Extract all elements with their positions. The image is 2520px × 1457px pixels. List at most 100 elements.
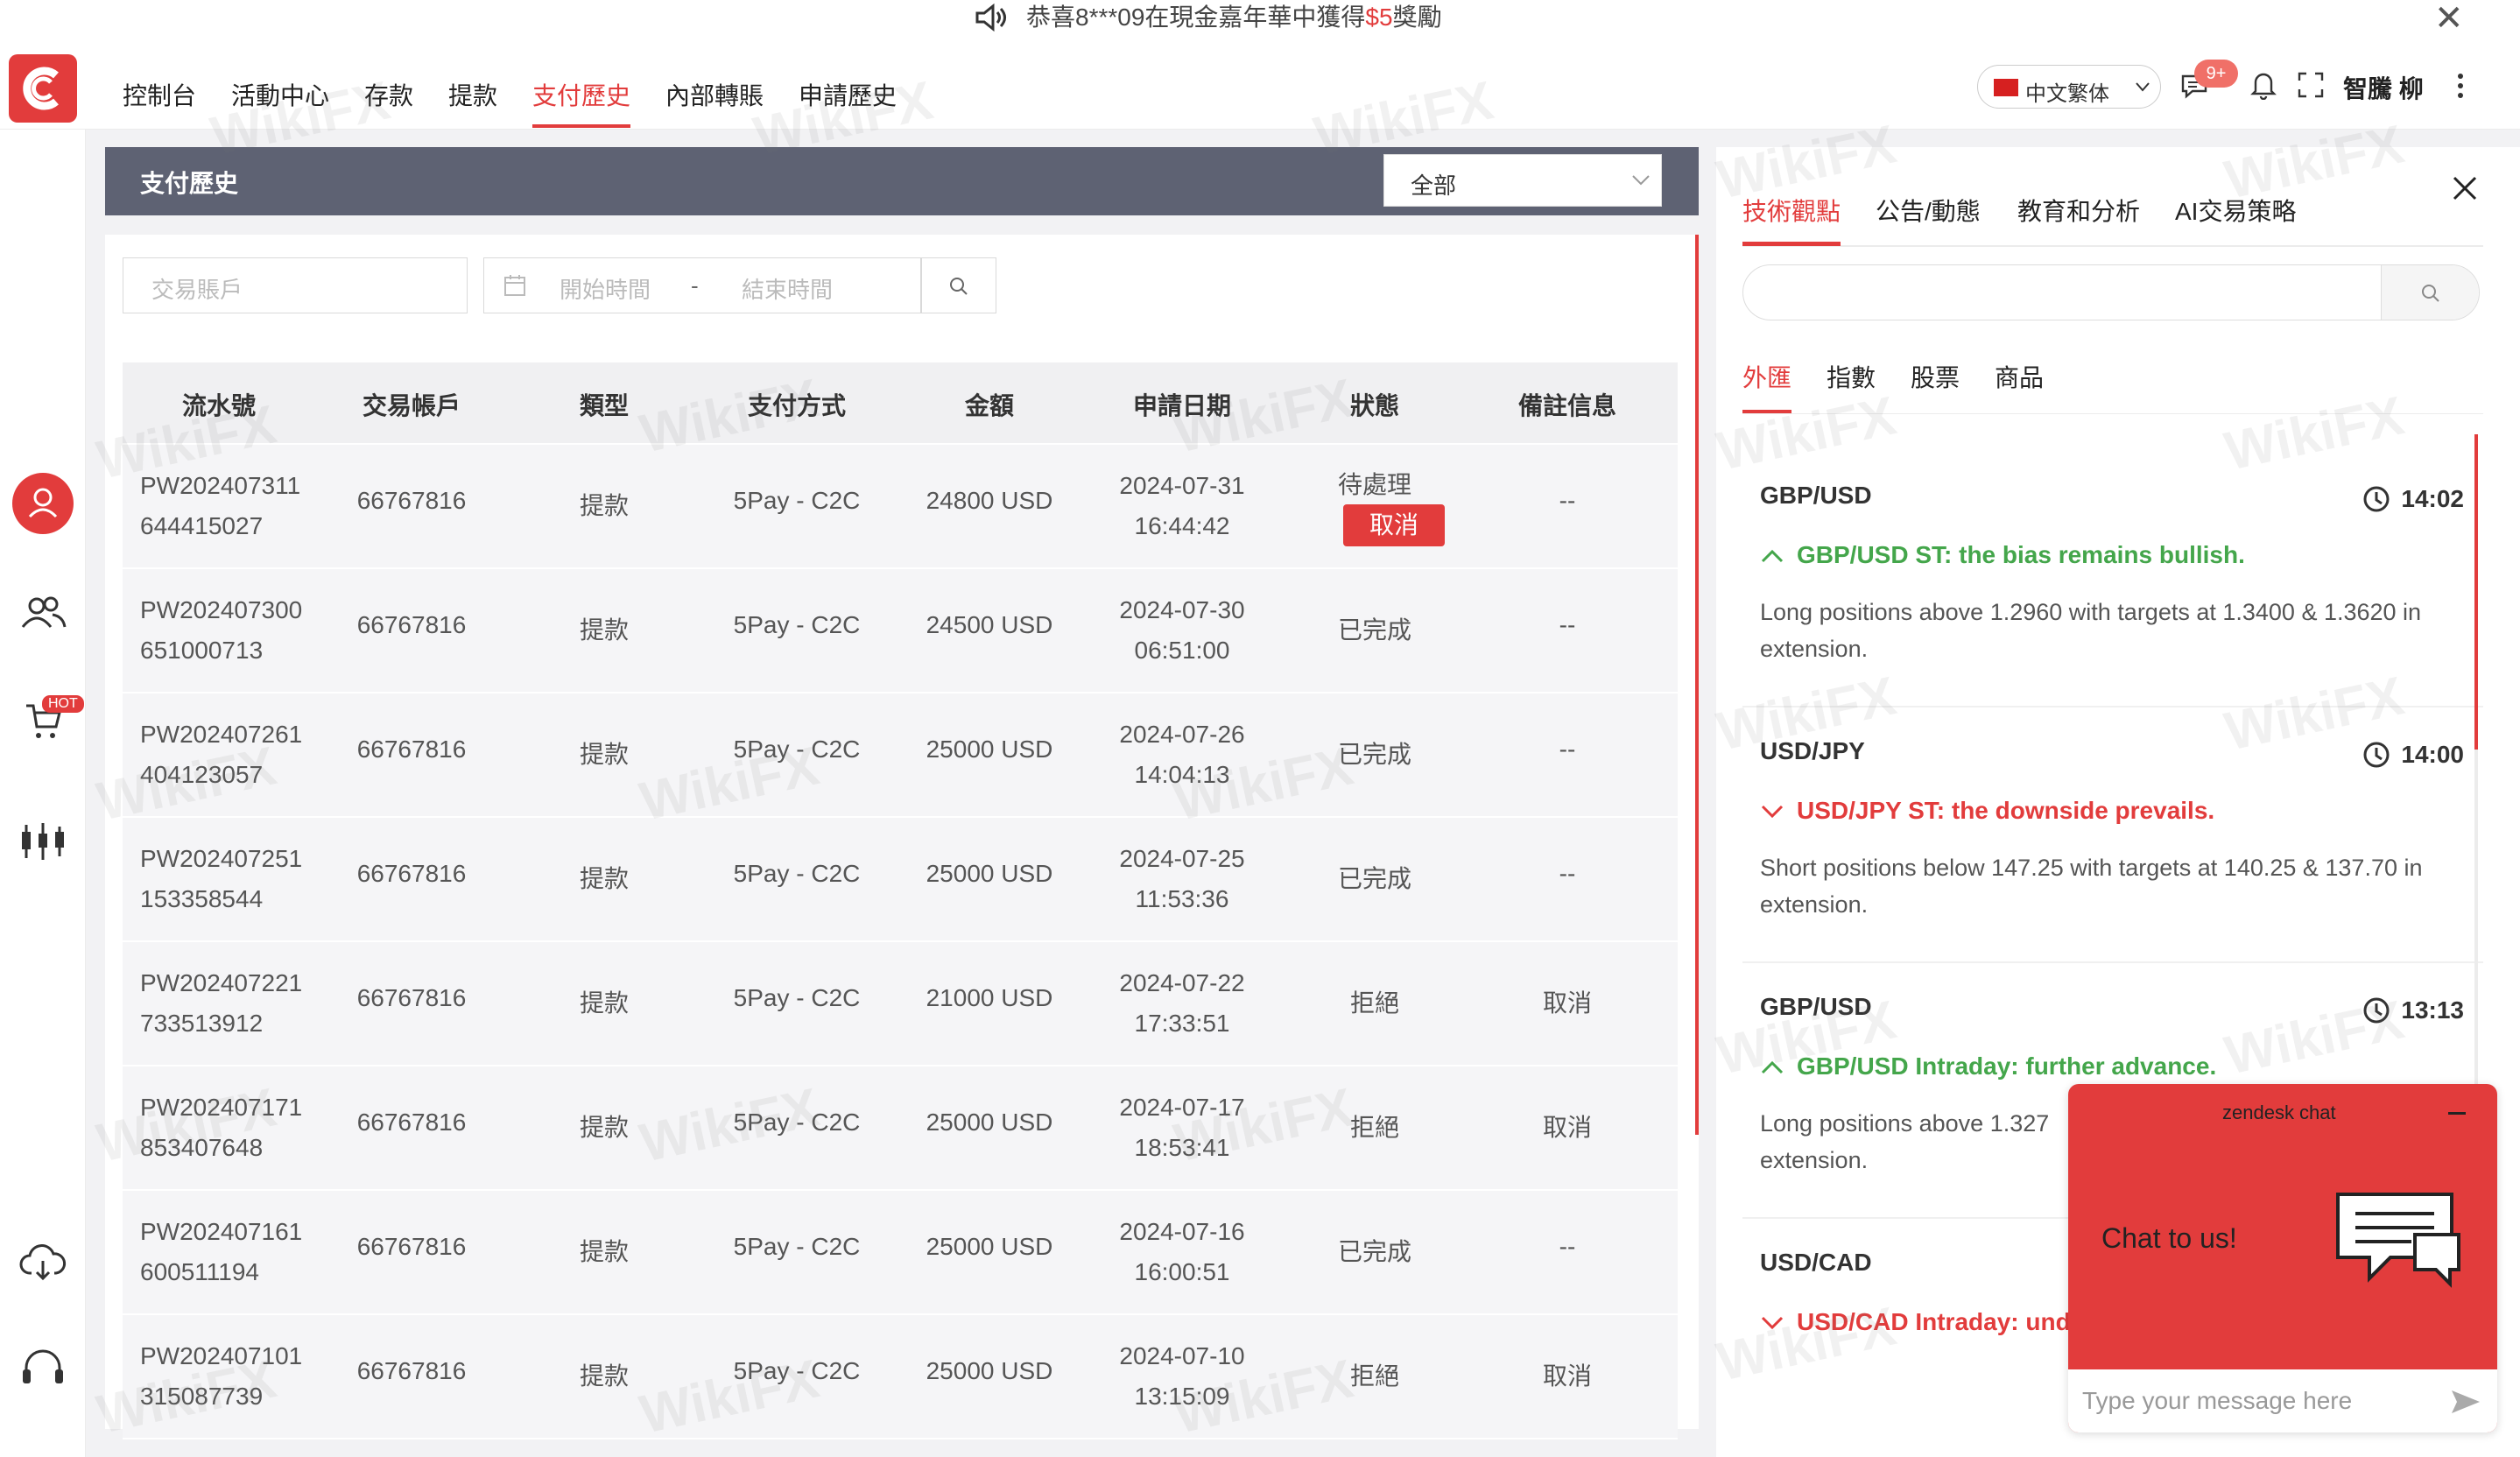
amount-cell: 24500 USD [926, 611, 1053, 638]
news-search-input[interactable] [1742, 264, 2480, 320]
tab-technical-view[interactable]: 技術觀點 [1742, 193, 1841, 228]
notification-count-badge: 9+ [2194, 60, 2238, 88]
group-users-icon[interactable] [19, 594, 67, 637]
payment-filter-value: 全部 [1411, 172, 1457, 199]
news-item[interactable]: GBP/USD 14:02 GBP/USD ST: the bias remai… [1760, 482, 2464, 662]
date-cell: 2024-07-16 16:00:51 [1119, 1218, 1245, 1285]
note-cell: -- [1559, 736, 1576, 763]
top-header: 控制台 活動中心 存款 提款 支付歷史 內部轉賬 申請歷史 中文繁体 9+ 智騰… [0, 35, 2520, 130]
nav-item-dashboard[interactable]: 控制台 [123, 77, 196, 112]
payment-method-cell: 5Pay - C2C [733, 984, 861, 1011]
user-profile-icon[interactable] [12, 473, 74, 538]
zendesk-chat-title: zendesk chat [2222, 1102, 2336, 1123]
status-cell: 拒絕 [1349, 1114, 1399, 1141]
news-item[interactable]: USD/JPY 14:00 USD/JPY ST: the downside p… [1760, 737, 2464, 918]
speaker-icon [974, 3, 1009, 36]
send-icon[interactable] [2450, 1389, 2481, 1419]
amount-cell: 25000 USD [926, 736, 1053, 763]
chevron-down-icon [1761, 1316, 1784, 1330]
nav-item-deposit[interactable]: 存款 [364, 77, 413, 112]
news-scrollbar-thumb[interactable] [2474, 434, 2478, 750]
column-header: 金額 [964, 392, 1014, 419]
note-cell: -- [1559, 1233, 1576, 1260]
start-time-placeholder[interactable]: 開始時間 [560, 272, 651, 305]
status-cell: 拒絕 [1349, 989, 1399, 1017]
type-cell: 提款 [579, 492, 629, 519]
table-row: PW202407221 733513912 66767816 提款 5Pay - C2C… [123, 942, 1678, 1066]
news-search-button[interactable] [2381, 265, 2479, 320]
subtab-stocks[interactable]: 股票 [1911, 359, 1960, 394]
payment-method-cell: 5Pay - C2C [733, 1109, 861, 1136]
amount-cell: 25000 USD [926, 860, 1053, 887]
payment-method-cell: 5Pay - C2C [733, 1357, 861, 1384]
brand-logo[interactable] [9, 54, 77, 123]
subtab-forex[interactable]: 外匯 [1742, 359, 1791, 394]
end-time-placeholder[interactable]: 結束時間 [742, 272, 833, 305]
nav-item-withdraw[interactable]: 提款 [448, 77, 497, 112]
minimize-icon[interactable] [2448, 1112, 2466, 1115]
nav-item-activity-center[interactable]: 活動中心 [231, 77, 329, 112]
chevron-down-icon [1761, 805, 1784, 819]
nav-item-application-history[interactable]: 申請歷史 [799, 77, 897, 112]
date-cell: 2024-07-22 17:33:51 [1119, 969, 1245, 1037]
column-header: 申請日期 [1132, 392, 1231, 419]
candlestick-chart-icon[interactable] [19, 821, 67, 866]
news-pair: GBP/USD [1760, 482, 1872, 509]
chat-message-placeholder: Type your message here [2082, 1387, 2353, 1414]
news-time: 13:13 [2363, 996, 2464, 1024]
table-row: PW202407101 315087739 66767816 提款 5Pay - C2C… [123, 1315, 1678, 1439]
note-cell: 取消 [1542, 1114, 1592, 1141]
serial-number-cell: PW202407161 600511194 [140, 1218, 303, 1285]
chat-message-input[interactable]: Type your message here [2068, 1369, 2497, 1432]
trading-account-placeholder: 交易賬戶 [151, 277, 243, 303]
tab-announcements[interactable]: 公告/動態 [1876, 193, 1981, 228]
chat-bubbles-icon [2331, 1187, 2462, 1297]
status-cell: 拒絕 [1349, 1362, 1399, 1390]
date-range-picker[interactable]: 開始時間 - 結束時間 [483, 257, 921, 313]
left-sidebar: HOT [0, 130, 86, 1457]
account-cell: 66767816 [356, 1233, 467, 1260]
cloud-download-icon[interactable] [19, 1243, 67, 1286]
note-cell: 取消 [1542, 1362, 1592, 1390]
close-icon[interactable]: ✕ [2434, 0, 2464, 39]
language-selector[interactable]: 中文繁体 [1977, 65, 2161, 109]
username[interactable]: 智騰 柳 [2343, 70, 2424, 105]
headset-support-icon[interactable] [19, 1348, 67, 1393]
news-pair: USD/JPY [1760, 737, 1865, 764]
trading-account-input[interactable]: 交易賬戶 [123, 257, 468, 313]
account-cell: 66767816 [356, 1357, 467, 1384]
cancel-button[interactable]: 取消 [1343, 504, 1445, 546]
news-time: 14:00 [2363, 741, 2464, 769]
zendesk-chat-widget[interactable]: zendesk chat Chat to us! Type your messa… [2068, 1084, 2497, 1432]
main-scrollbar[interactable] [1695, 235, 1699, 1135]
payment-filter-select[interactable]: 全部 [1383, 154, 1662, 207]
table-row: PW202407300 651000713 66767816 提款 5Pay - C2C… [123, 569, 1678, 693]
nav-item-payment-history[interactable]: 支付歷史 [532, 77, 630, 112]
active-nav-underline [532, 124, 630, 128]
hot-badge: HOT [42, 695, 84, 713]
announcement-text: 恭喜8***09在現金嘉年華中獲得$5獎勵 [1026, 4, 1442, 31]
fullscreen-icon[interactable] [2298, 72, 2324, 102]
announcement-amount: $5 [1365, 4, 1393, 31]
column-header: 流水號 [181, 392, 256, 419]
search-button[interactable] [921, 257, 996, 313]
payment-history-header: 支付歷史 全部 [105, 147, 1699, 215]
table-row: PW202407261 404123057 66767816 提款 5Pay - C2C… [123, 693, 1678, 818]
status-cell: 已完成 [1337, 865, 1411, 892]
chevron-down-icon [1631, 174, 1651, 191]
nav-item-internal-transfer[interactable]: 內部轉賬 [665, 77, 764, 112]
amount-cell: 24800 USD [926, 487, 1053, 514]
type-cell: 提款 [579, 1114, 629, 1141]
close-panel-icon[interactable] [2452, 175, 2478, 206]
clock-icon [2363, 742, 2390, 768]
more-vertical-icon[interactable] [2455, 72, 2466, 104]
bell-icon[interactable] [2250, 70, 2277, 104]
column-header: 類型 [579, 392, 629, 419]
table-row: PW202407251 153358544 66767816 提款 5Pay - C2C… [123, 818, 1678, 942]
serial-number-cell: PW202407221 733513912 [140, 969, 303, 1037]
tab-education[interactable]: 教育和分析 [2017, 193, 2140, 228]
subtab-indices[interactable]: 指數 [1827, 359, 1876, 394]
table-row: PW202407161 600511194 66767816 提款 5Pay - C2C… [123, 1191, 1678, 1315]
subtab-commodities[interactable]: 商品 [1995, 359, 2044, 394]
tab-ai-strategy[interactable]: AI交易策略 [2175, 193, 2296, 228]
